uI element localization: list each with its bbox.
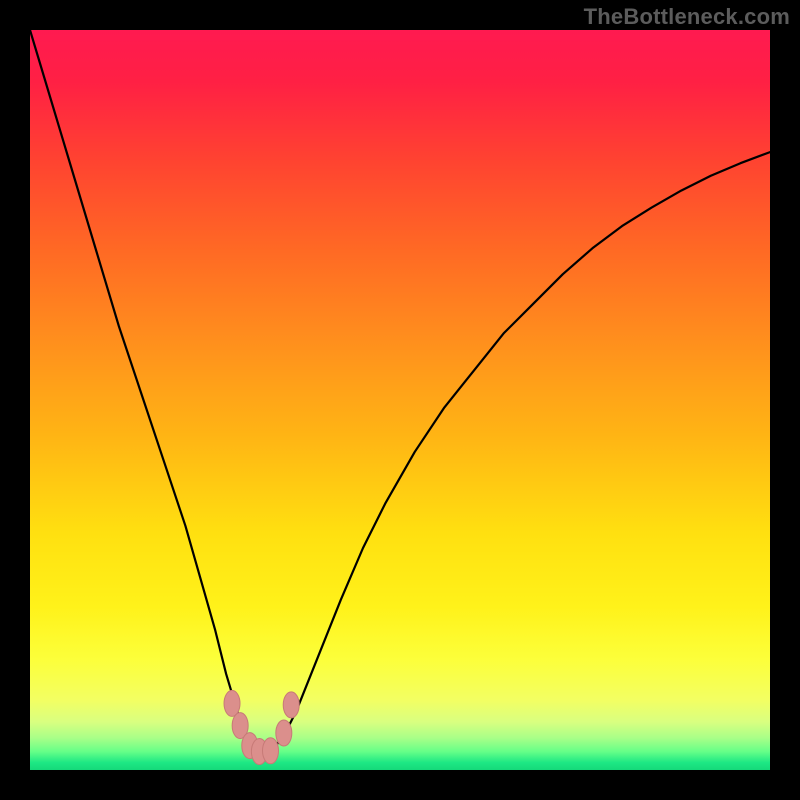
curve-marker (276, 720, 292, 746)
chart-frame: TheBottleneck.com (0, 0, 800, 800)
curve-marker (283, 692, 299, 718)
chart-plot-area (30, 30, 770, 770)
chart-svg (30, 30, 770, 770)
curve-marker (263, 738, 279, 764)
curve-marker (224, 690, 240, 716)
chart-background-gradient (30, 30, 770, 770)
watermark-text: TheBottleneck.com (584, 4, 790, 30)
